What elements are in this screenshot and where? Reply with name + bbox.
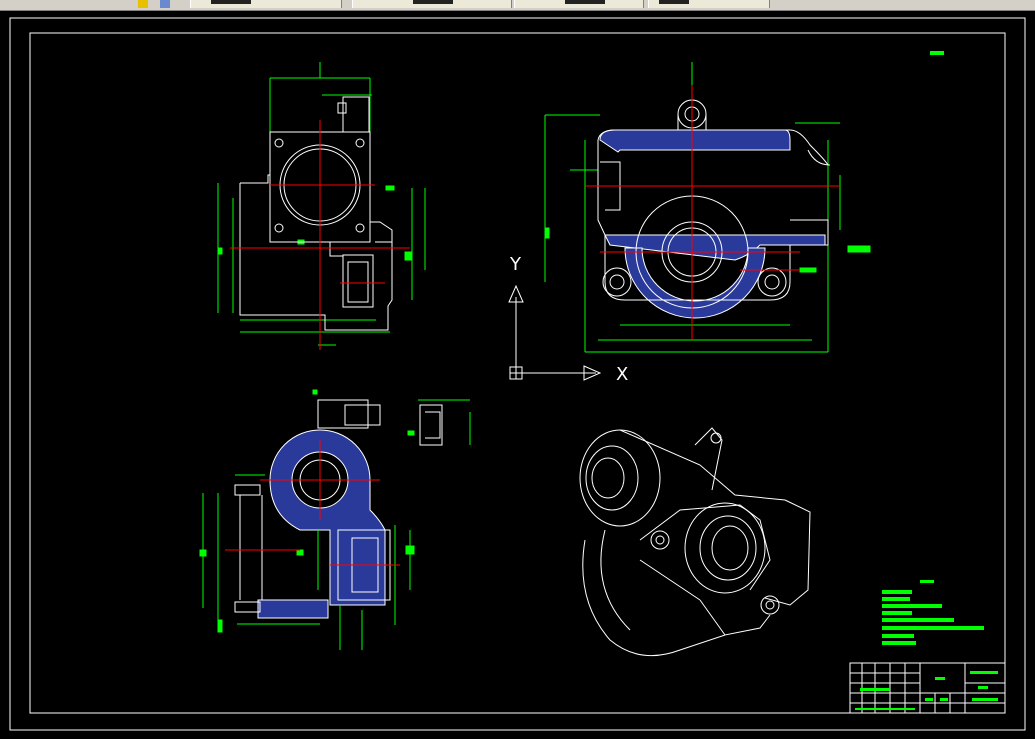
tool-icon-1[interactable] bbox=[138, 0, 148, 8]
tech-requirements bbox=[882, 580, 984, 645]
tool-icon-2[interactable] bbox=[160, 0, 170, 8]
window-toolbar bbox=[0, 0, 1035, 11]
ucs-icon: Y X bbox=[508, 254, 628, 385]
drawing-canvas[interactable]: Y X bbox=[0, 11, 1035, 739]
cad-drawing: Y X bbox=[9, 17, 1026, 731]
ucs-y-label: Y bbox=[509, 254, 522, 275]
drawing-tab-2[interactable] bbox=[352, 0, 512, 8]
drawing-tab-4[interactable] bbox=[648, 0, 770, 8]
outer-frame bbox=[9, 17, 1026, 731]
front-view bbox=[217, 62, 426, 350]
ucs-x-label: X bbox=[616, 364, 628, 385]
title-block-text bbox=[855, 671, 998, 710]
side-view bbox=[544, 62, 871, 353]
isometric-view bbox=[579, 427, 811, 657]
drawing-number-mark bbox=[930, 51, 944, 55]
section-view bbox=[199, 389, 471, 650]
drawing-tab-1[interactable] bbox=[190, 0, 342, 8]
drawing-tab-3[interactable] bbox=[514, 0, 644, 8]
